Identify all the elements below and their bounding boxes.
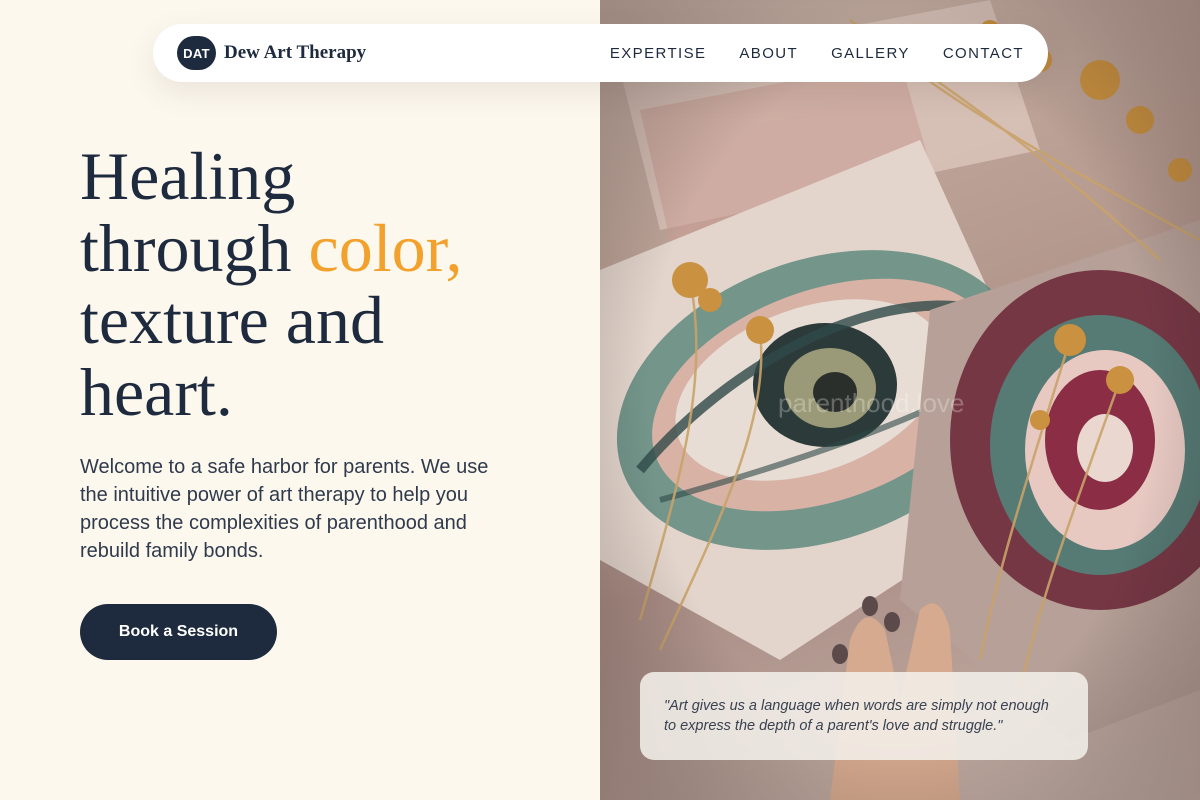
headline-accent-word: color,: [308, 210, 463, 286]
nav-link-expertise[interactable]: EXPERTISE: [610, 45, 707, 62]
headline-line-4: heart.: [80, 354, 233, 430]
nav-link-about[interactable]: ABOUT: [739, 45, 798, 62]
quote-card: "Art gives us a language when words are …: [640, 672, 1088, 760]
hero-left-panel: Healing through color, texture and heart…: [0, 0, 600, 800]
image-watermark: parenthood.love: [778, 388, 965, 418]
navigation-bar: DAT Dew Art Therapy EXPERTISE ABOUT GALL…: [153, 24, 1048, 82]
brand-name[interactable]: Dew Art Therapy: [224, 42, 366, 64]
nav-link-contact[interactable]: CONTACT: [943, 45, 1024, 62]
nav-link-gallery[interactable]: GALLERY: [831, 45, 910, 62]
logo-badge[interactable]: DAT: [177, 36, 216, 70]
headline-line-1: Healing: [80, 138, 296, 214]
hero-headline: Healing through color, texture and heart…: [80, 140, 560, 428]
quote-text: "Art gives us a language when words are …: [664, 698, 1049, 734]
headline-line-2: through: [80, 210, 292, 286]
hero-intro-text: Welcome to a safe harbor for parents. We…: [80, 456, 489, 562]
headline-line-3: texture and: [80, 282, 384, 358]
book-session-button[interactable]: Book a Session: [80, 604, 277, 660]
nav-links: EXPERTISE ABOUT GALLERY CONTACT: [610, 45, 1024, 62]
